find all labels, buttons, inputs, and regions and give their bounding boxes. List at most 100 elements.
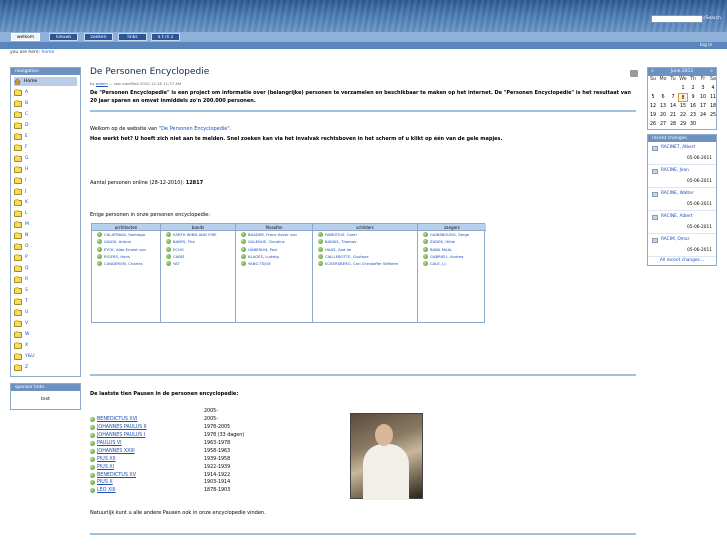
pope-link[interactable]: BENEDICTUS XV: [97, 473, 136, 478]
tab-welkom[interactable]: welkom: [11, 33, 40, 41]
calendar-day[interactable]: 18: [708, 102, 718, 111]
calendar-day[interactable]: 13: [658, 102, 668, 111]
welcome-link[interactable]: "De Personen Encyclopedie": [159, 126, 230, 132]
nav-item-m[interactable]: M: [14, 219, 77, 230]
login-link[interactable]: log in: [700, 42, 712, 49]
calendar-day[interactable]: 30: [688, 120, 698, 129]
person-link[interactable]: CABIS: [161, 253, 235, 260]
nav-item-c[interactable]: C: [14, 109, 77, 120]
calendar-day[interactable]: 14: [668, 102, 678, 111]
person-link[interactable]: CANDERON, Charles: [92, 260, 160, 267]
calendar-day[interactable]: 21: [668, 111, 678, 120]
person-link[interactable]: ZADEK, Hilde: [418, 238, 486, 245]
calendar-day[interactable]: 22: [678, 111, 688, 120]
person-link[interactable]: GAUDI, Antoni: [92, 238, 160, 245]
nav-item-b[interactable]: B: [14, 98, 77, 109]
nav-item-s[interactable]: S: [14, 285, 77, 296]
calendar-day[interactable]: 27: [658, 120, 668, 129]
calendar-day[interactable]: 7: [668, 93, 678, 102]
calendar-day[interactable]: 4: [708, 84, 718, 93]
nav-item-i[interactable]: I: [14, 175, 77, 186]
pope-link[interactable]: LEO XIII: [97, 488, 116, 493]
search-button[interactable]: ⌕Search: [703, 15, 727, 23]
nav-item-x[interactable]: X: [14, 340, 77, 351]
person-link[interactable]: BABYS, The: [161, 238, 235, 245]
calendar-day[interactable]: 6: [658, 93, 668, 102]
person-link[interactable]: ECHO: [161, 246, 235, 253]
pope-link[interactable]: PIUS XI: [97, 465, 114, 470]
nav-item-n[interactable]: N: [14, 230, 77, 241]
nav-item-j[interactable]: J: [14, 186, 77, 197]
calendar-day[interactable]: 8: [678, 93, 688, 102]
recent-change-link[interactable]: RACINE, Walter: [661, 191, 694, 196]
nav-item-v[interactable]: V: [14, 318, 77, 329]
breadcrumb-home[interactable]: home: [42, 50, 55, 55]
person-link[interactable]: CALE, J.J.: [418, 260, 486, 267]
person-link[interactable]: BABA MAAL: [418, 246, 486, 253]
byline-author[interactable]: admin: [96, 81, 108, 86]
tab-zoeken[interactable]: zoeken: [84, 33, 113, 41]
pope-link[interactable]: PIUS XII: [97, 457, 116, 462]
calendar-day[interactable]: 28: [668, 120, 678, 129]
recent-change-link[interactable]: RACINET, Albert: [661, 145, 695, 150]
calendar-day[interactable]: 29: [678, 120, 688, 129]
calendar-day[interactable]: 1: [678, 84, 688, 93]
person-link[interactable]: BAADER, Franz Xaver von: [236, 231, 312, 238]
nav-item-u[interactable]: U: [14, 307, 77, 318]
calendar-day[interactable]: 25: [708, 111, 718, 120]
calendar-day[interactable]: 23: [688, 111, 698, 120]
tab-links[interactable]: links: [118, 33, 147, 41]
nav-item-w[interactable]: W: [14, 329, 77, 340]
print-icon[interactable]: [630, 70, 638, 77]
nav-item-d[interactable]: D: [14, 120, 77, 131]
nav-item-a[interactable]: A: [14, 87, 77, 98]
person-link[interactable]: EIGERS, Hans: [92, 253, 160, 260]
nav-item-e[interactable]: E: [14, 131, 77, 142]
person-link[interactable]: BAKKIS, Thomas: [313, 238, 417, 245]
calendar-prev[interactable]: «: [651, 68, 654, 76]
person-link[interactable]: HAAS, Aad de: [313, 246, 417, 253]
calendar-day[interactable]: 24: [698, 111, 708, 120]
recent-change-link[interactable]: RACINE, Albert: [661, 214, 693, 219]
person-link[interactable]: GABRIELI, Andrea: [418, 253, 486, 260]
person-link[interactable]: YANG TSJOE: [236, 260, 312, 267]
pope-link[interactable]: BENEDICTUS XVI: [97, 417, 137, 422]
calendar-day[interactable]: 11: [708, 93, 718, 102]
nav-item-p[interactable]: P: [14, 252, 77, 263]
calendar-day[interactable]: 17: [698, 102, 708, 111]
tab-atmz[interactable]: a t m z: [151, 33, 180, 41]
all-recent-changes-link[interactable]: All recent changes…: [648, 257, 716, 265]
calendar-day[interactable]: 15: [678, 102, 688, 111]
calendar-day[interactable]: 10: [698, 93, 708, 102]
person-link[interactable]: CALATRAVA, Santiago: [92, 231, 160, 238]
nav-item-yu[interactable]: Y&U: [14, 351, 77, 362]
calendar-day[interactable]: 20: [658, 111, 668, 120]
calendar-day[interactable]: 2: [688, 84, 698, 93]
pope-link[interactable]: JOHANNES PAULUS I: [97, 433, 145, 438]
person-link[interactable]: GAINSBOURG, Serge: [418, 231, 486, 238]
nav-item-t[interactable]: T: [14, 296, 77, 307]
person-link[interactable]: EARTH WIND AND FIRE: [161, 231, 235, 238]
nav-item-k[interactable]: K: [14, 197, 77, 208]
nav-item-o[interactable]: O: [14, 241, 77, 252]
nav-item-z[interactable]: Z: [14, 362, 77, 373]
person-link[interactable]: HÄBERLIN, Paul: [236, 246, 312, 253]
nav-item-l[interactable]: L: [14, 208, 77, 219]
calendar-next[interactable]: »: [710, 68, 713, 76]
nav-item-h[interactable]: H: [14, 164, 77, 175]
person-link[interactable]: CAILLEBOTTE, Gustave: [313, 253, 417, 260]
calendar-day[interactable]: 9: [688, 93, 698, 102]
calendar-day[interactable]: 19: [648, 111, 658, 120]
nav-item-q[interactable]: Q: [14, 263, 77, 274]
recent-change-link[interactable]: RACIM, Omar: [661, 237, 689, 242]
pope-link[interactable]: PIUS X: [97, 480, 113, 485]
calendar-day[interactable]: 12: [648, 102, 658, 111]
search-input[interactable]: [651, 15, 703, 23]
nav-item-f[interactable]: F: [14, 142, 77, 153]
calendar-day[interactable]: 3: [698, 84, 708, 93]
person-link[interactable]: FABRITIUS, Carel: [313, 231, 417, 238]
person-link[interactable]: YAT: [161, 260, 235, 267]
calendar-day[interactable]: 16: [688, 102, 698, 111]
person-link[interactable]: ECKERSBERG, Carl Christoffer Wilhelm: [313, 260, 417, 267]
recent-change-link[interactable]: RACINE, Jean: [661, 168, 689, 173]
